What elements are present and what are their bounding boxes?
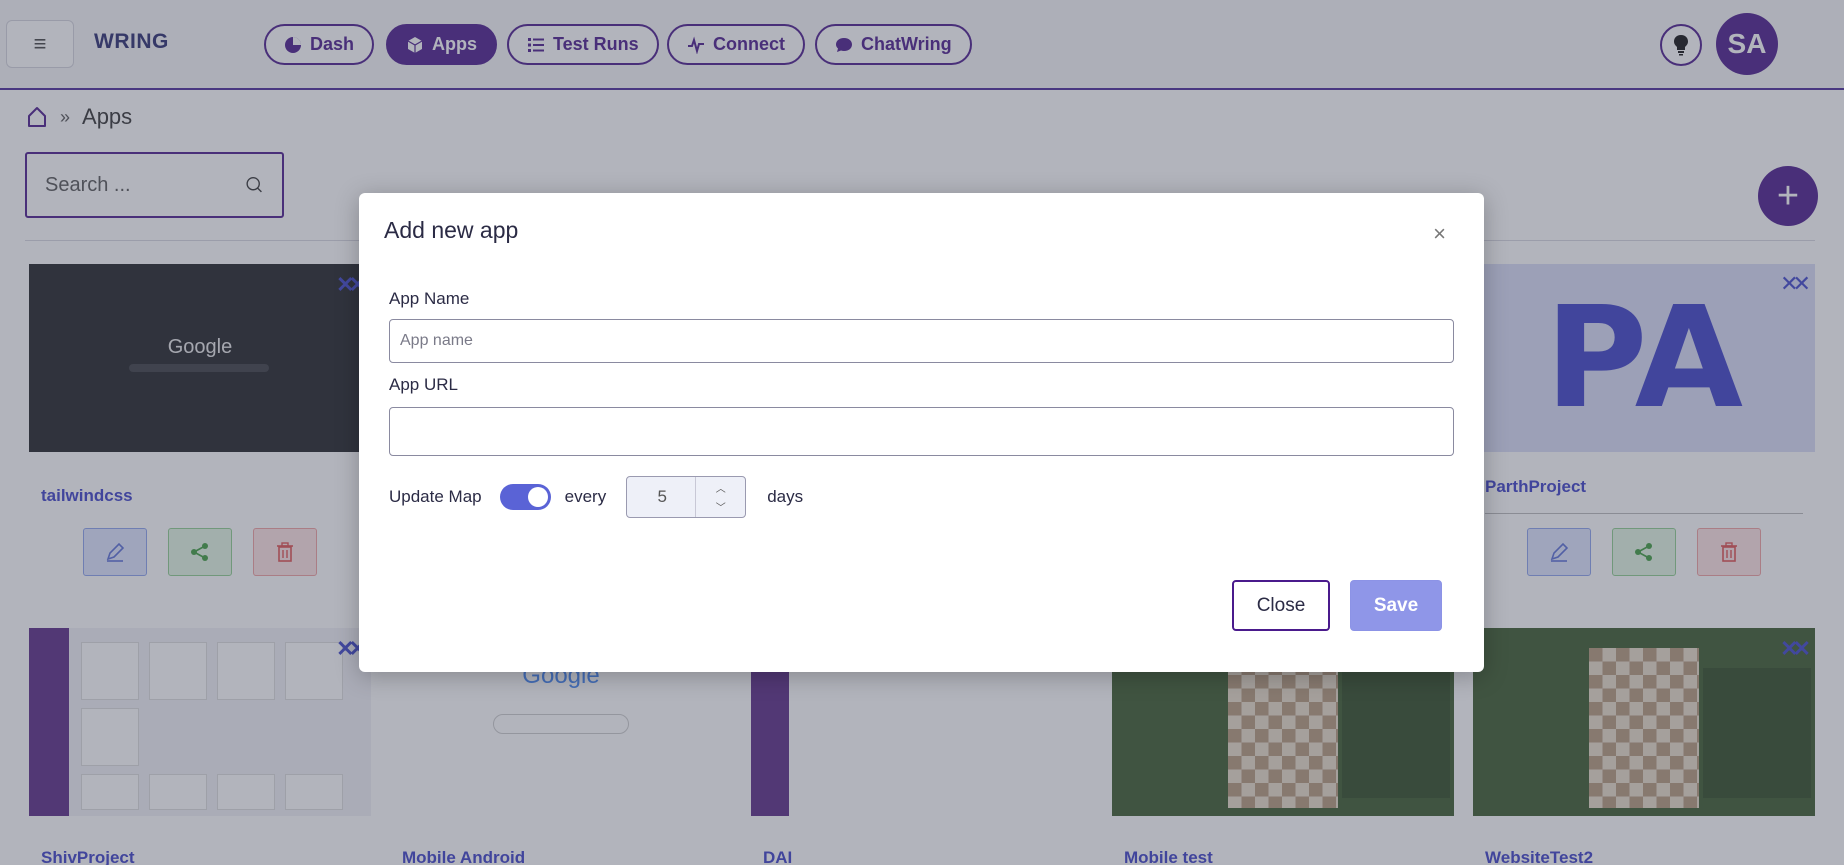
update-map-label: Update Map <box>389 487 482 506</box>
every-label: every <box>564 487 607 506</box>
days-label: days <box>767 487 804 506</box>
add-app-modal: Add new app × App Name App URL Update Ma… <box>359 193 1484 672</box>
modal-title: Add new app <box>384 217 519 243</box>
update-map-row: Update Map every 5 ︿ ﹀ days <box>389 476 803 518</box>
close-icon[interactable]: × <box>1433 221 1446 247</box>
app-url-label: App URL <box>389 375 458 394</box>
chevron-up-icon[interactable]: ︿ <box>716 480 726 495</box>
close-button[interactable]: Close <box>1232 580 1330 631</box>
app-name-input[interactable] <box>389 319 1454 363</box>
save-button[interactable]: Save <box>1350 580 1442 631</box>
app-name-label: App Name <box>389 289 470 308</box>
interval-stepper[interactable]: 5 ︿ ﹀ <box>626 476 747 518</box>
app-url-input[interactable] <box>389 407 1454 456</box>
interval-value[interactable]: 5 <box>627 487 697 507</box>
update-map-toggle[interactable] <box>499 484 551 510</box>
chevron-down-icon[interactable]: ﹀ <box>716 499 726 514</box>
